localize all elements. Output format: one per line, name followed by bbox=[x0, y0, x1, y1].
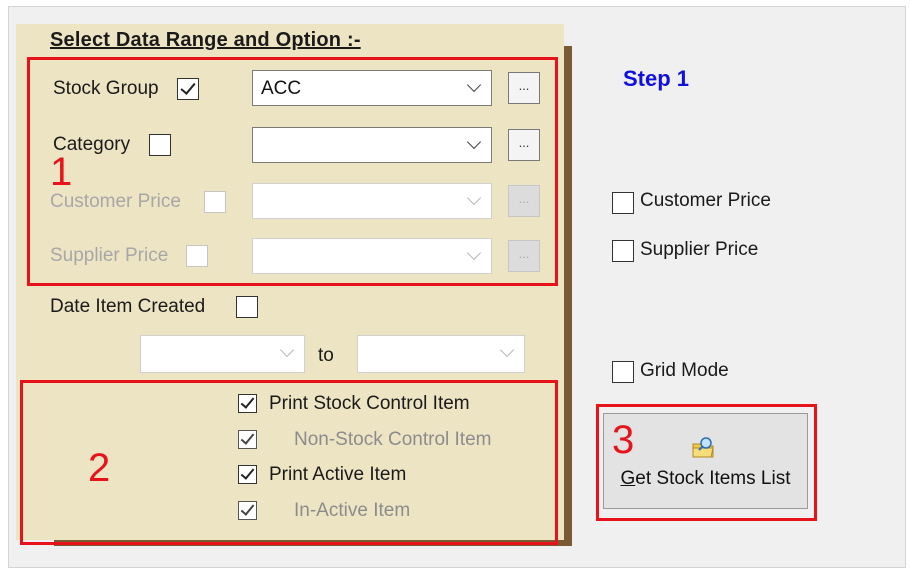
step-label: Step 1 bbox=[623, 66, 690, 91]
grid-mode-checkbox[interactable] bbox=[612, 361, 634, 383]
annotation-number-3: 3 bbox=[612, 418, 635, 462]
chevron-down-icon bbox=[499, 342, 515, 358]
annotation-number-2: 2 bbox=[88, 446, 111, 490]
date-from-combo[interactable] bbox=[140, 335, 305, 373]
date-created-checkbox[interactable] bbox=[236, 296, 258, 318]
section-title: Select Data Range and Option :- bbox=[50, 29, 361, 51]
chevron-down-icon bbox=[279, 342, 295, 358]
right-supplier-price-checkbox[interactable] bbox=[612, 240, 634, 262]
right-customer-price-checkbox[interactable] bbox=[612, 192, 634, 214]
annotation-box-1 bbox=[27, 57, 558, 286]
grid-mode-label: Grid Mode bbox=[640, 360, 729, 381]
right-supplier-price-label: Supplier Price bbox=[640, 239, 759, 260]
date-created-label: Date Item Created bbox=[50, 296, 206, 317]
right-customer-price-label: Customer Price bbox=[640, 190, 771, 211]
date-to-combo[interactable] bbox=[357, 335, 525, 373]
annotation-number-1: 1 bbox=[50, 150, 73, 194]
date-to-label: to bbox=[318, 345, 334, 366]
